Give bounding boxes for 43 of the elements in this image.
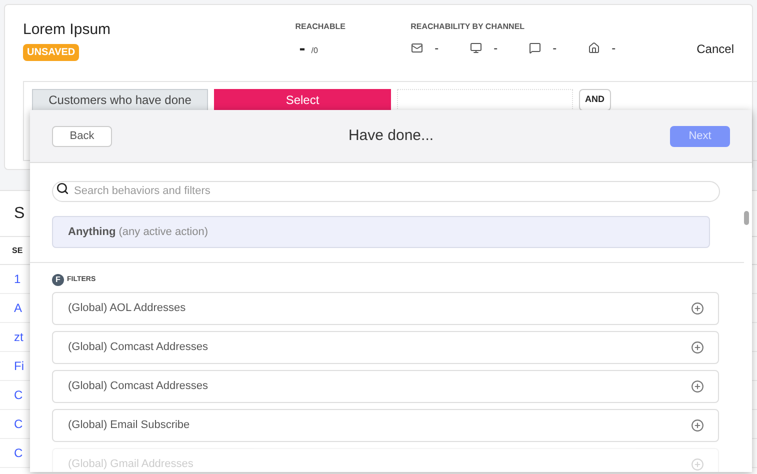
row-link[interactable]: C	[14, 415, 23, 433]
add-icon	[691, 302, 704, 315]
channel-value: -	[552, 40, 557, 57]
channel-value: -	[494, 40, 498, 57]
back-button[interactable]: Back	[52, 126, 112, 146]
cancel-button[interactable]: Cancel	[696, 37, 734, 60]
status-badge: UNSAVED	[23, 44, 80, 60]
anything-label: Anything (any active action)	[68, 224, 208, 240]
channels-label: REACHABILITY BY CHANNEL	[410, 21, 526, 33]
search-field[interactable]: Search behaviors and filters	[52, 180, 720, 202]
reachable-total: /0	[311, 45, 318, 57]
row-link[interactable]: A	[14, 299, 22, 317]
modal-title: Have done...	[348, 126, 434, 146]
home-icon	[588, 42, 600, 54]
add-icon	[691, 419, 704, 432]
reachable-value: -	[299, 39, 306, 57]
add-icon	[691, 458, 704, 471]
row-link[interactable]: C	[14, 386, 23, 404]
filter-option[interactable]: (Global) Comcast Addresses	[52, 370, 719, 403]
segment-title: Lorem Ipsum	[23, 20, 111, 40]
add-icon	[691, 380, 704, 393]
chat-icon	[528, 42, 541, 54]
channel-value: -	[612, 40, 616, 57]
screen-icon	[470, 42, 482, 54]
reachable-label: REACHABLE	[295, 21, 346, 33]
row-link[interactable]: Fi	[14, 357, 24, 375]
list-title: S	[14, 204, 25, 224]
add-icon	[691, 341, 704, 354]
anything-option[interactable]: Anything (any active action)	[52, 216, 710, 248]
row-link[interactable]: 1	[14, 270, 21, 288]
email-icon	[410, 42, 423, 54]
search-icon	[56, 182, 69, 195]
column-header: SE	[12, 244, 23, 256]
row-link[interactable]: zt	[14, 328, 24, 346]
criteria-who: Customers who have done	[32, 88, 208, 110]
filter-option[interactable]: (Global) AOL Addresses	[52, 292, 719, 325]
select-button[interactable]: Select	[214, 88, 391, 110]
filter-option[interactable]: (Global) Email Subscribe	[52, 409, 719, 442]
filters-badge: F	[52, 274, 64, 286]
scrollbar-thumb[interactable]	[744, 211, 749, 225]
row-link[interactable]: C	[14, 444, 23, 462]
filter-option[interactable]: (Global) Comcast Addresses	[52, 331, 719, 364]
channel-value: -	[434, 40, 439, 57]
